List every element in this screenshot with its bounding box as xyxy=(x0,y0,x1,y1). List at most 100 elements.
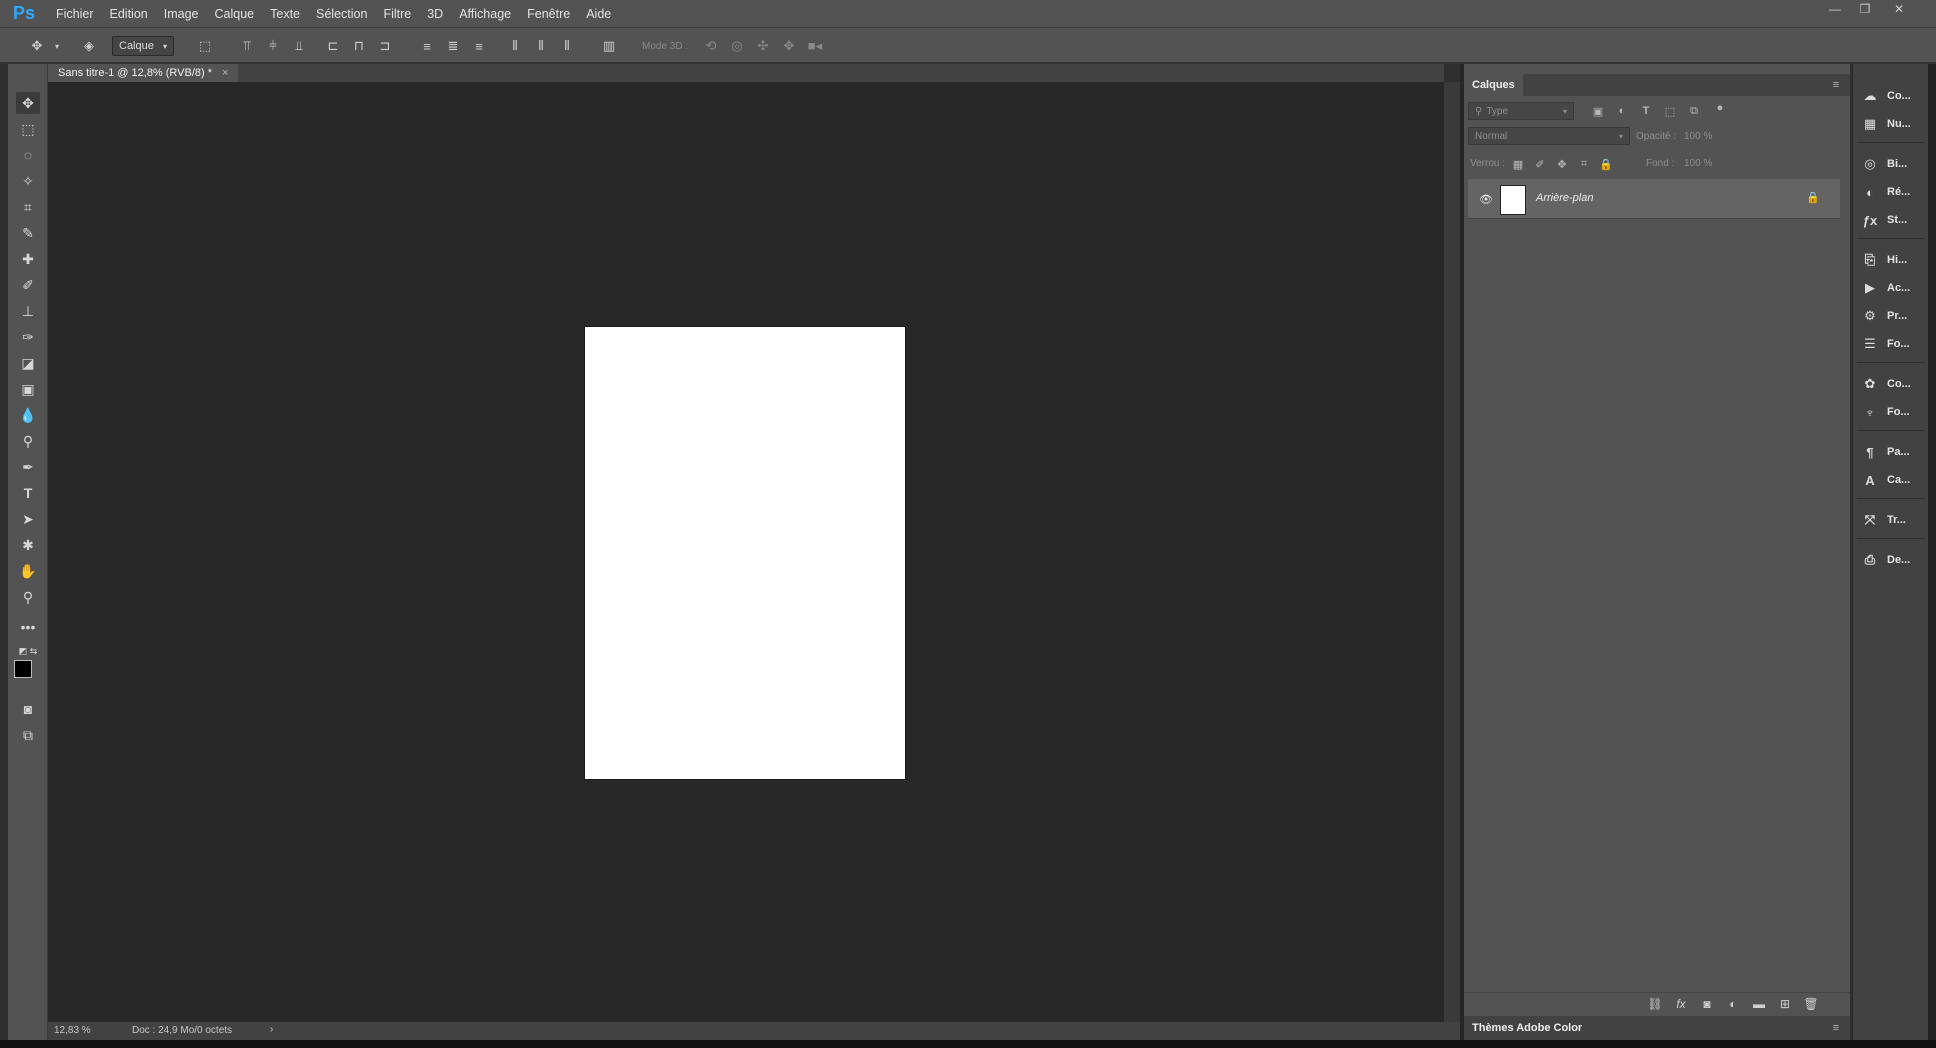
new-layer-icon[interactable]: ⊞ xyxy=(1776,996,1794,1012)
dock-item-styles[interactable]: ƒx St... xyxy=(1861,210,1923,230)
menu-3d[interactable]: 3D xyxy=(419,0,451,28)
document-tab[interactable]: Sans titre-1 @ 12,8% (RVB/8) * × xyxy=(48,64,239,82)
menu-image[interactable]: Image xyxy=(156,0,207,28)
dock-item-brushes[interactable]: ♆ Fo... xyxy=(1861,402,1923,422)
panel-menu-icon[interactable]: ≡ xyxy=(1828,1020,1844,1036)
lock-position-icon[interactable]: ✥ xyxy=(1554,156,1570,172)
lock-transparency-icon[interactable]: ▦ xyxy=(1510,156,1526,172)
default-colors-icon[interactable]: ◩ ⇆ xyxy=(16,640,40,662)
distribute-bottom-icon[interactable]: ≡ xyxy=(470,37,488,55)
menu-texte[interactable]: Texte xyxy=(262,0,308,28)
dock-item-character[interactable]: A Ca... xyxy=(1861,470,1923,490)
align-left-icon[interactable]: ⊏ xyxy=(324,37,342,55)
marquee-tool-icon[interactable]: ⬚ xyxy=(16,118,40,140)
align-bottom-icon[interactable]: ⫫ xyxy=(290,37,308,55)
drag-3d-icon[interactable]: ✣ xyxy=(754,37,772,55)
layer-filter-dropdown[interactable]: ⚲ Type ▾ xyxy=(1468,102,1574,120)
menu-filtre[interactable]: Filtre xyxy=(375,0,419,28)
eye-icon[interactable]: 👁 xyxy=(1478,191,1494,207)
filter-adjustment-icon[interactable]: ◐ xyxy=(1614,103,1630,119)
filter-toggle-icon[interactable]: ● xyxy=(1712,100,1728,116)
eraser-tool-icon[interactable]: ◪ xyxy=(16,352,40,374)
path-selection-tool-icon[interactable]: ➤ xyxy=(16,508,40,530)
menu-affichage[interactable]: Affichage xyxy=(451,0,519,28)
filter-type-icon[interactable]: T xyxy=(1638,103,1654,119)
auto-align-icon[interactable]: ▥ xyxy=(600,37,618,55)
link-layers-icon[interactable]: ⛓ xyxy=(1646,996,1664,1012)
hand-tool-icon[interactable]: ✋ xyxy=(16,560,40,582)
menu-fenetre[interactable]: Fenêtre xyxy=(519,0,578,28)
tab-calques[interactable]: Calques xyxy=(1464,74,1523,96)
clone-stamp-tool-icon[interactable]: ⊥ xyxy=(16,300,40,322)
dock-item-device-preview[interactable]: ⎙ De... xyxy=(1861,550,1923,570)
gradient-tool-icon[interactable]: ▣ xyxy=(16,378,40,400)
dock-item-properties[interactable]: ⚙ Pr... xyxy=(1861,306,1923,326)
chevron-down-icon[interactable]: ▾ xyxy=(48,37,66,55)
restore-button[interactable]: ❐ xyxy=(1850,0,1880,18)
dodge-tool-icon[interactable]: ⚲ xyxy=(16,430,40,452)
type-tool-icon[interactable]: T xyxy=(16,482,40,504)
dock-item-channels[interactable]: ✿ Co... xyxy=(1861,374,1923,394)
dock-item-libraries[interactable]: ◎ Bi... xyxy=(1861,154,1923,174)
menu-selection[interactable]: Sélection xyxy=(308,0,375,28)
lock-icon[interactable]: 🔒 xyxy=(1806,191,1820,204)
distribute-hcenter-icon[interactable]: ⦀ xyxy=(532,37,550,55)
move-tool-preset-icon[interactable]: ✥ xyxy=(28,37,46,55)
screen-mode-icon[interactable]: ⧉ xyxy=(16,724,40,746)
transform-controls-icon[interactable]: ⬚ xyxy=(196,37,214,55)
brush-tool-icon[interactable]: ✐ xyxy=(16,274,40,296)
minimize-button[interactable]: — xyxy=(1820,0,1850,18)
tab-color-themes[interactable]: Thèmes Adobe Color xyxy=(1472,1022,1582,1034)
scale-3d-icon[interactable]: ■◂ xyxy=(806,37,824,55)
dock-item-paragraph[interactable]: ¶ Pa... xyxy=(1861,442,1923,462)
lock-image-icon[interactable]: ✐ xyxy=(1532,156,1548,172)
fill-input[interactable]: 100 % xyxy=(1678,154,1726,172)
status-menu-arrow-icon[interactable]: › xyxy=(270,1024,273,1035)
menu-edition[interactable]: Edition xyxy=(102,0,156,28)
slide-3d-icon[interactable]: ✥ xyxy=(780,37,798,55)
filter-pixel-icon[interactable]: ▣ xyxy=(1590,103,1606,119)
align-vcenter-icon[interactable]: ⫩ xyxy=(264,37,282,55)
auto-select-icon[interactable]: ◈ xyxy=(80,37,98,55)
quick-mask-icon[interactable]: ◙ xyxy=(16,698,40,720)
auto-select-dropdown[interactable]: Calque ▾ xyxy=(112,36,174,56)
menu-fichier[interactable]: Fichier xyxy=(48,0,102,28)
panel-menu-icon[interactable]: ≡ xyxy=(1828,77,1844,93)
healing-brush-tool-icon[interactable]: ✚ xyxy=(16,248,40,270)
dock-item-swatches[interactable]: ▦ Nu... xyxy=(1861,114,1923,134)
filter-smart-object-icon[interactable]: ⧉ xyxy=(1686,103,1702,119)
menu-calque[interactable]: Calque xyxy=(207,0,263,28)
pen-tool-icon[interactable]: ✒ xyxy=(16,456,40,478)
rotate-3d-icon[interactable]: ⟲ xyxy=(702,37,720,55)
close-tab-icon[interactable]: × xyxy=(222,67,228,79)
eyedropper-tool-icon[interactable]: ✎ xyxy=(16,222,40,244)
filter-shape-icon[interactable]: ⬚ xyxy=(1662,103,1678,119)
distribute-vcenter-icon[interactable]: ≣ xyxy=(444,37,462,55)
new-group-icon[interactable]: ▬ xyxy=(1750,996,1768,1012)
dock-item-color[interactable]: ☁ Co... xyxy=(1861,86,1923,106)
distribute-right-icon[interactable]: ⦀ xyxy=(558,37,576,55)
align-hcenter-icon[interactable]: ⊓ xyxy=(350,37,368,55)
dock-item-history[interactable]: ⎘ Hi... xyxy=(1861,250,1923,270)
dock-item-paths[interactable]: ⤧ Tr... xyxy=(1861,510,1923,530)
blur-tool-icon[interactable]: 💧 xyxy=(16,404,40,426)
vertical-scrollbar[interactable] xyxy=(1444,82,1460,1022)
dock-item-brush-settings[interactable]: ☰ Fo... xyxy=(1861,334,1923,354)
zoom-level[interactable]: 12,83 % xyxy=(54,1025,91,1036)
distribute-top-icon[interactable]: ≡ xyxy=(418,37,436,55)
lock-artboard-icon[interactable]: ⌗ xyxy=(1576,156,1592,172)
align-right-icon[interactable]: ⊐ xyxy=(376,37,394,55)
adjustment-layer-icon[interactable]: ◐ xyxy=(1724,996,1742,1012)
lasso-tool-icon[interactable]: ◌ xyxy=(16,144,40,166)
dock-item-actions[interactable]: ▶ Ac... xyxy=(1861,278,1923,298)
magic-wand-tool-icon[interactable]: ✧ xyxy=(16,170,40,192)
add-mask-icon[interactable]: ◙ xyxy=(1698,996,1716,1012)
history-brush-tool-icon[interactable]: ✑ xyxy=(16,326,40,348)
document-canvas[interactable] xyxy=(585,327,905,779)
dock-item-adjustments[interactable]: ◐ Ré... xyxy=(1861,182,1923,202)
move-tool-icon[interactable]: ✥ xyxy=(16,92,40,114)
layer-style-icon[interactable]: fx xyxy=(1672,996,1690,1012)
menu-aide[interactable]: Aide xyxy=(578,0,619,28)
roll-3d-icon[interactable]: ◎ xyxy=(728,37,746,55)
crop-tool-icon[interactable]: ⌗ xyxy=(16,196,40,218)
